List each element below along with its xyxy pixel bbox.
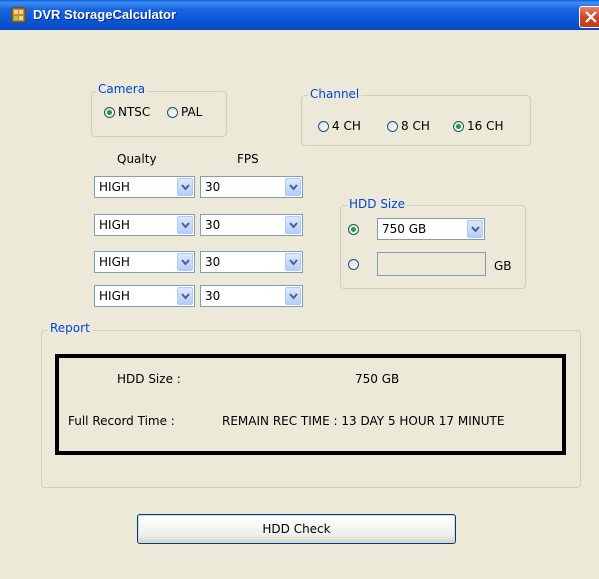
radio-button[interactable] (348, 224, 359, 235)
camera-group-label: Camera (96, 82, 148, 96)
quality-select-2[interactable]: HIGH (94, 214, 195, 236)
chevron-down-icon (181, 222, 190, 229)
hdd-size-group-label: HDD Size (347, 197, 407, 211)
quality-select-4[interactable]: HIGH (94, 285, 195, 307)
record-time-value: REMAIN REC TIME : 13 DAY 5 HOUR 17 MINUT… (222, 414, 505, 428)
radio-label: 4 CH (332, 119, 361, 133)
chevron-down-icon (181, 293, 190, 300)
radio-button[interactable] (453, 120, 464, 132)
hdd-preset-radio[interactable] (348, 224, 359, 235)
select-value: 750 GB (382, 222, 427, 236)
hdd-check-button[interactable]: HDD Check (137, 514, 456, 544)
channel-8ch-radio[interactable]: 8 CH (387, 119, 430, 133)
radio-label: PAL (181, 105, 203, 119)
camera-ntsc-radio[interactable]: NTSC (104, 105, 150, 119)
report-box: HDD Size : 750 GB Full Record Time : REM… (55, 354, 566, 455)
fps-select-2[interactable]: 30 (200, 214, 303, 236)
chevron-down-icon (289, 293, 298, 300)
record-time-label: Full Record Time : (68, 414, 175, 428)
hdd-size-value: 750 GB (355, 372, 400, 386)
chevron-down-icon (289, 184, 298, 191)
select-value: HIGH (99, 180, 130, 194)
select-value: HIGH (99, 218, 130, 232)
select-value: 30 (205, 289, 221, 303)
hdd-unit-label: GB (494, 259, 512, 273)
window-title: DVR StorageCalculator (33, 7, 177, 22)
close-button[interactable] (579, 6, 599, 28)
dropdown-arrow[interactable] (177, 216, 193, 234)
chevron-down-icon (181, 259, 190, 266)
dropdown-arrow[interactable] (285, 216, 301, 234)
quality-select-3[interactable]: HIGH (94, 251, 195, 273)
select-value: HIGH (99, 289, 130, 303)
quality-header: Qualty (117, 152, 157, 166)
hdd-size-label: HDD Size : (117, 372, 181, 386)
channel-16ch-radio[interactable]: 16 CH (453, 119, 504, 133)
radio-button[interactable] (387, 120, 398, 132)
close-icon (585, 11, 597, 23)
dvr-app-icon (11, 7, 26, 23)
camera-pal-radio[interactable]: PAL (167, 105, 202, 119)
fps-select-3[interactable]: 30 (200, 251, 303, 273)
radio-button[interactable] (167, 106, 178, 118)
fps-select-4[interactable]: 30 (200, 285, 303, 307)
title-bar[interactable]: DVR StorageCalculator (0, 0, 599, 30)
dropdown-arrow[interactable] (285, 287, 301, 305)
fps-select-1[interactable]: 30 (200, 176, 303, 198)
radio-button[interactable] (348, 259, 359, 270)
dropdown-arrow[interactable] (285, 253, 301, 271)
select-value: 30 (205, 180, 221, 194)
radio-label: NTSC (118, 105, 151, 119)
select-value: 30 (205, 218, 221, 232)
quality-select-1[interactable]: HIGH (94, 176, 195, 198)
fps-header: FPS (237, 152, 259, 166)
radio-button[interactable] (104, 106, 115, 118)
select-value: 30 (205, 255, 221, 269)
dropdown-arrow[interactable] (177, 287, 193, 305)
radio-button[interactable] (318, 120, 329, 132)
dropdown-arrow[interactable] (285, 178, 301, 196)
chevron-down-icon (289, 259, 298, 266)
chevron-down-icon (181, 184, 190, 191)
dropdown-arrow[interactable] (177, 178, 193, 196)
dvr-storage-calculator-window: DVR StorageCalculator Camera NTSC PAL Ch… (0, 0, 599, 579)
radio-label: 16 CH (467, 119, 504, 133)
dropdown-arrow[interactable] (177, 253, 193, 271)
hdd-size-select[interactable]: 750 GB (377, 218, 485, 240)
chevron-down-icon (289, 222, 298, 229)
dropdown-arrow[interactable] (467, 220, 483, 238)
report-group-label: Report (48, 321, 92, 335)
radio-label: 8 CH (401, 119, 430, 133)
channel-4ch-radio[interactable]: 4 CH (318, 119, 361, 133)
hdd-custom-size-input[interactable] (377, 252, 486, 276)
hdd-custom-radio[interactable] (348, 259, 359, 270)
channel-group-label: Channel (308, 87, 362, 101)
chevron-down-icon (471, 226, 480, 233)
select-value: HIGH (99, 255, 130, 269)
